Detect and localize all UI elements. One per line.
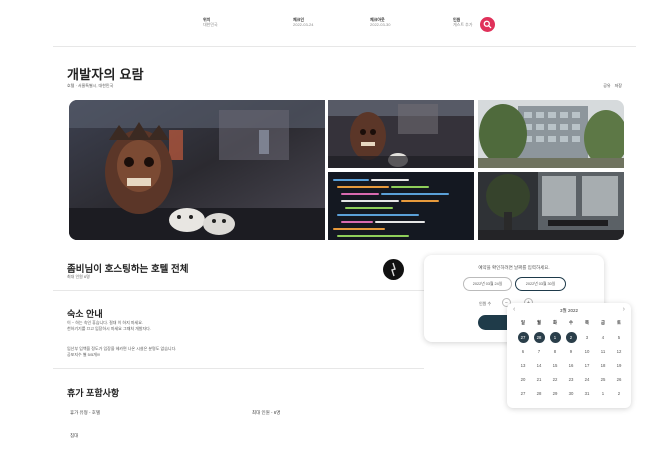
weekday-header: 금 [601,320,605,325]
room-type: 휴가 유형 - 호텔 [70,410,101,415]
weekday-header: 월 [537,320,541,325]
calendar-day[interactable]: 7 [531,345,547,357]
calendar-day[interactable]: 22 [547,373,563,385]
calendar-day[interactable]: 2 [565,331,577,343]
calendar-day[interactable]: 29 [547,387,563,399]
calendar-day[interactable]: 24 [579,373,595,385]
calendar-day[interactable]: 2 [611,387,627,399]
calendar-day[interactable]: 9 [563,345,579,357]
calendar-day[interactable]: 21 [531,373,547,385]
weekday-header: 수 [569,320,573,325]
section-divider [53,368,424,369]
gallery-photo-3[interactable] [328,172,474,240]
top-actions: 공유 저장 [603,83,622,89]
calendar-day[interactable]: 13 [515,359,531,371]
main-photo[interactable] [69,100,325,240]
search-button[interactable] [480,17,495,32]
calendar-day[interactable]: 15 [547,359,563,371]
next-month-button[interactable]: › [623,306,625,313]
calendar-day[interactable]: 14 [531,359,547,371]
calendar-day[interactable]: 1 [595,387,611,399]
gallery-photo-4[interactable] [478,172,624,240]
calendar-grid: 일 월 화 수 목 금 토 27 28 1 2 3 4 5 6 7 8 9 10 11 12 13 14 15 16 17 18 19… [515,317,627,399]
guide-line-1: 이 ~ 하는 숙인 휴습니다. 절대 이 하지 마세요. [67,320,144,325]
calendar-day[interactable]: 23 [563,373,579,385]
calendar-day[interactable]: 11 [595,345,611,357]
calendar-day[interactable]: 30 [563,387,579,399]
guide-line-4: 공포지수 별 5/5개!!! [67,352,101,357]
calendar-day[interactable]: 4 [595,331,611,343]
host-subtitle: 최대 인원 6명 [67,274,90,279]
location-line: 호텔 · 서울특별시, 대한민국 [67,83,114,88]
max-guests: 최대 인원 - 6명 [252,410,281,415]
calendar-day[interactable]: 27 [515,387,531,399]
share-button[interactable]: 공유 [603,83,610,89]
location-field[interactable]: 위치 대한민국 [203,17,218,27]
calendar-day[interactable]: 18 [595,359,611,371]
weekday-header: 토 [617,320,621,325]
guest-count-label: 인원 수 [479,301,492,306]
calendar-day[interactable]: 12 [611,345,627,357]
date-picker: ‹ 3월 2022 › 일 월 화 수 목 금 토 27 28 1 2 3 4 5 6 7 8 9 10 11 12 13… [507,303,631,408]
calendar-day[interactable]: 17 [579,359,595,371]
guide-title: 숙소 안내 [67,309,103,319]
calendar-day[interactable]: 16 [563,359,579,371]
calendar-day[interactable]: 27 [517,331,529,343]
amenities-title: 휴가 포함사항 [67,388,120,398]
calendar-day[interactable]: 1 [549,331,561,343]
calendar-day[interactable]: 3 [579,331,595,343]
calendar-day[interactable]: 31 [579,387,595,399]
weekday-header: 목 [585,320,589,325]
header-divider [53,46,636,47]
calendar-day[interactable]: 28 [531,387,547,399]
checkin-value: 2022-03-24 [293,22,314,27]
calendar-day[interactable]: 19 [611,359,627,371]
guests-value: 게스트 추가 [453,22,473,27]
weekday-header: 일 [521,320,525,325]
host-title: 좀비님이 호스팅하는 호텔 전체 [67,264,189,275]
checkout-field[interactable]: 체크아웃 2022-03-30 [370,17,390,27]
calendar-day[interactable]: 25 [595,373,611,385]
guests-field[interactable]: 인원 게스트 추가 [453,17,473,27]
calendar-day[interactable]: 10 [579,345,595,357]
bed-label: 침대 [70,433,79,438]
calendar-day[interactable]: 6 [515,345,531,357]
avatar[interactable] [383,259,404,280]
search-icon [483,20,492,29]
calendar-day[interactable]: 5 [611,331,627,343]
guide-line-3: 임산부 임백을 정도가 입장을 헤카면 나온 시설은 분명도 없습니다. [67,346,177,351]
calendar-day[interactable]: 20 [515,373,531,385]
guide-line-2: 천하기기를 끄고 입장하시 마세요 그때처 개발자다. [67,326,151,331]
booking-prompt: 예약을 확인하려면 날짜를 입력하세요. [478,265,550,270]
page-title: 개발자의 요람 [67,67,144,82]
location-value: 대한민국 [203,22,218,27]
calendar-day[interactable]: 8 [547,345,563,357]
weekday-header: 화 [553,320,557,325]
search-bar[interactable]: 위치 대한민국 체크인 2022-03-24 체크아웃 2022-03-30 인… [183,15,495,39]
calendar-month: 3월 2022 [560,308,578,313]
gallery-photo-1[interactable] [328,100,474,168]
checkin-field[interactable]: 체크인 2022-03-24 [293,17,313,27]
calendar-day[interactable]: 26 [611,373,627,385]
checkout-value: 2022-03-30 [370,22,391,27]
calendar-day[interactable]: 28 [533,331,545,343]
checkout-date-button[interactable]: 2022년 03월 30일 [515,277,566,291]
save-button[interactable]: 저장 [615,83,622,89]
gallery-photo-2[interactable] [478,100,624,168]
checkin-date-button[interactable]: 2022년 03월 24일 [463,277,512,291]
section-divider [53,290,424,291]
